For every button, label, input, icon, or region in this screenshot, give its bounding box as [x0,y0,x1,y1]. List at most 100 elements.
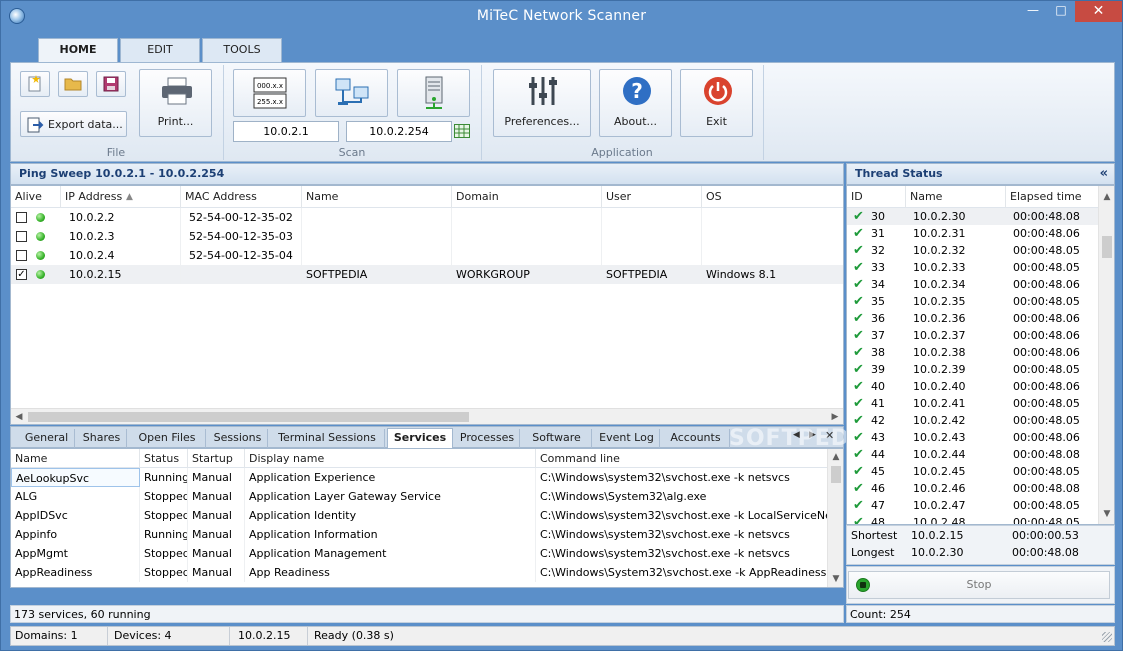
table-row[interactable]: 10.0.2.2 52-54-00-12-35-02 [11,208,843,227]
col-thread-name[interactable]: Name [906,186,1006,208]
tab-tools[interactable]: TOOLS [202,38,282,62]
ip-range-picker-icon[interactable] [454,124,470,138]
alive-checkbox[interactable] [16,231,27,242]
scroll-thumb[interactable] [1102,236,1112,258]
scroll-up-arrow-icon[interactable]: ▲ [1099,189,1115,205]
minimize-button[interactable]: — [1019,1,1047,22]
scroll-right-arrow-icon[interactable]: ▶ [827,409,843,425]
thread-vscrollbar[interactable]: ▲ ▼ [1098,186,1114,524]
tab-home[interactable]: HOME [38,38,118,63]
tab-services[interactable]: Services [387,428,453,449]
table-row[interactable]: AppReadiness Stopped Manual App Readines… [11,563,827,582]
preferences-button[interactable]: Preferences... [493,69,591,137]
scroll-down-arrow-icon[interactable]: ▼ [828,571,844,587]
table-row-selected[interactable]: ✓ 10.0.2.15 SOFTPEDIA WORKGROUP SOFTPEDI… [11,265,843,284]
col-thread-id[interactable]: ID [847,186,906,208]
tab-open-files[interactable]: Open Files [129,429,206,448]
resize-grip-icon[interactable] [1102,632,1112,642]
tab-general[interactable]: General [19,429,75,448]
tab-sessions[interactable]: Sessions [208,429,268,448]
col-service-status[interactable]: Status [140,449,188,468]
maximize-button[interactable]: □ [1047,1,1075,22]
scroll-thumb[interactable] [28,412,469,422]
status-ip: 10.0.2.15 [234,627,308,645]
table-row[interactable]: Appinfo Running Manual Application Infor… [11,525,827,544]
col-user[interactable]: User [602,186,702,208]
alive-checkbox[interactable] [16,212,27,223]
table-row[interactable]: ✔ 41 10.0.2.41 00:00:48.05 [847,395,1098,412]
table-row[interactable]: ✔ 36 10.0.2.36 00:00:48.06 [847,310,1098,327]
scroll-up-arrow-icon[interactable]: ▲ [828,449,844,465]
table-row[interactable]: ✔ 38 10.0.2.38 00:00:48.06 [847,344,1098,361]
tab-processes[interactable]: Processes [455,429,520,448]
stop-icon [856,578,870,592]
services-vscrollbar[interactable]: ▲ ▼ [827,449,843,587]
save-button[interactable] [96,71,126,97]
table-row[interactable]: ALG Stopped Manual Application Layer Gat… [11,487,827,506]
ip-from-input[interactable]: 10.0.2.1 [233,121,339,142]
table-row[interactable]: ✔ 35 10.0.2.35 00:00:48.05 [847,293,1098,310]
tab-terminal-sessions[interactable]: Terminal Sessions [270,429,385,448]
export-data-button[interactable]: Export data... [20,111,127,137]
about-button[interactable]: ? About... [599,69,672,137]
print-button[interactable]: Print... [139,69,212,137]
checkmark-icon: ✔ [853,277,864,292]
col-service-display-name[interactable]: Display name [245,449,536,468]
table-row[interactable]: ✔ 46 10.0.2.46 00:00:48.08 [847,480,1098,497]
exit-button[interactable]: Exit [680,69,753,137]
table-row[interactable]: ✔ 32 10.0.2.32 00:00:48.05 [847,242,1098,259]
col-mac-address[interactable]: MAC Address [181,186,302,208]
table-row[interactable]: ✔ 39 10.0.2.39 00:00:48.05 [847,361,1098,378]
scroll-down-arrow-icon[interactable]: ▼ [1099,506,1115,522]
col-domain[interactable]: Domain [452,186,602,208]
tab-event-log[interactable]: Event Log [594,429,660,448]
table-row[interactable]: ✔ 34 10.0.2.34 00:00:48.06 [847,276,1098,293]
table-row[interactable]: ✔ 40 10.0.2.40 00:00:48.06 [847,378,1098,395]
cell-thread-id: 37 [871,329,885,342]
table-row[interactable]: ✔ 45 10.0.2.45 00:00:48.05 [847,463,1098,480]
cell-thread-id: 34 [871,278,885,291]
close-button[interactable]: ✕ [1075,1,1122,22]
tab-accounts[interactable]: Accounts [662,429,730,448]
new-button[interactable] [20,71,50,97]
table-row[interactable]: AeLookupSvc Running Manual Application E… [11,468,827,487]
col-ip-address[interactable]: IP Address ▲ [61,186,181,208]
col-os[interactable]: OS [702,186,843,208]
scroll-thumb[interactable] [831,466,841,483]
ping-sweep-hscrollbar[interactable]: ◀ ▶ [11,408,843,424]
col-thread-elapsed[interactable]: Elapsed time [1006,186,1098,208]
table-row[interactable]: ✔ 48 10.0.2.48 00:00:48.05 [847,514,1098,525]
table-row[interactable]: ✔ 30 10.0.2.30 00:00:48.08 [847,208,1098,225]
table-row[interactable]: AppIDSvc Stopped Manual Application Iden… [11,506,827,525]
table-row[interactable]: 10.0.2.4 52-54-00-12-35-04 [11,246,843,265]
scroll-left-arrow-icon[interactable]: ◀ [11,409,27,425]
col-service-startup[interactable]: Startup [188,449,245,468]
col-alive[interactable]: Alive [11,186,61,208]
open-button[interactable] [58,71,88,97]
tab-shares[interactable]: Shares [77,429,127,448]
table-row[interactable]: 10.0.2.3 52-54-00-12-35-03 [11,227,843,246]
col-service-name[interactable]: Name [11,449,140,468]
collapse-panel-icon[interactable]: « [1100,164,1108,184]
tab-edit[interactable]: EDIT [120,38,200,62]
table-row[interactable]: ✔ 33 10.0.2.33 00:00:48.05 [847,259,1098,276]
alive-checkbox-checked[interactable]: ✓ [16,269,27,280]
scan-network-button[interactable] [315,69,388,117]
cell-service-startup: Manual [188,544,245,563]
col-name[interactable]: Name [302,186,452,208]
ip-range-button[interactable]: 000.x.x 255.x.x [233,69,306,117]
col-service-command-line[interactable]: Command line [536,449,827,468]
table-row[interactable]: AppMgmt Stopped Manual Application Manag… [11,544,827,563]
alive-checkbox[interactable] [16,250,27,261]
cell-user: SOFTPEDIA [602,265,702,284]
table-row[interactable]: ✔ 43 10.0.2.43 00:00:48.06 [847,429,1098,446]
table-row[interactable]: ✔ 37 10.0.2.37 00:00:48.06 [847,327,1098,344]
table-row[interactable]: ✔ 42 10.0.2.42 00:00:48.05 [847,412,1098,429]
table-row[interactable]: ✔ 47 10.0.2.47 00:00:48.05 [847,497,1098,514]
ip-to-input[interactable]: 10.0.2.254 [346,121,452,142]
table-row[interactable]: ✔ 44 10.0.2.44 00:00:48.08 [847,446,1098,463]
stop-button[interactable]: Stop [848,571,1110,599]
server-button[interactable] [397,69,470,117]
tab-software[interactable]: Software [522,429,592,448]
table-row[interactable]: ✔ 31 10.0.2.31 00:00:48.06 [847,225,1098,242]
